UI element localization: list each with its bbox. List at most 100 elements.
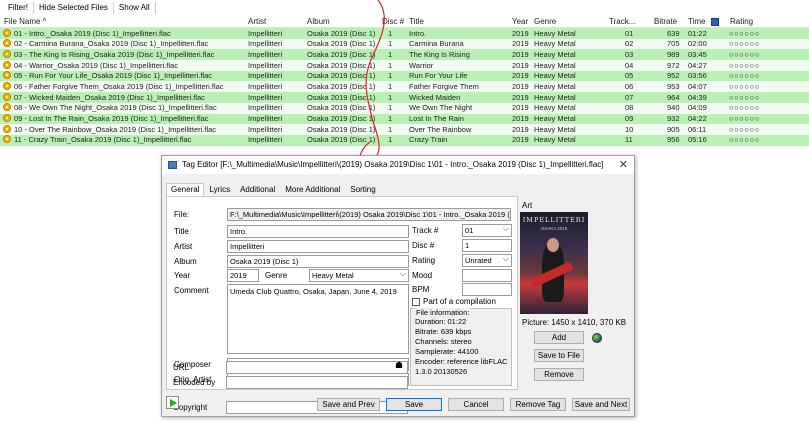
cell-genre: Heavy Metal — [534, 114, 576, 123]
web-search-globe-icon[interactable] — [592, 333, 602, 343]
column-year[interactable]: Year — [512, 17, 528, 26]
cell-bitrate: 964 — [667, 92, 680, 102]
toolbar: Filter! Hide Selected Files Show All — [0, 0, 809, 16]
title-label: Title — [174, 227, 189, 236]
table-row[interactable]: 06 - Father Forgive Them_Osaka 2019 (Dis… — [0, 81, 809, 93]
album-art-band-text: IMPELLITTERI — [522, 216, 586, 224]
save-and-next-button[interactable]: Save and Next — [572, 398, 630, 411]
cell-artist: Impellitteri — [248, 39, 283, 49]
tag-editor-dialog: Tag Editor [F:\_Multimedia\Music\Impelli… — [161, 155, 635, 417]
column-file-name[interactable]: File Name ^ — [4, 17, 46, 26]
cell-time: 04:39 — [688, 92, 707, 102]
table-row[interactable]: 09 - Lost In The Rain_Osaka 2019 (Disc 1… — [0, 113, 809, 125]
cell-track: 01 — [625, 28, 634, 38]
year-field[interactable]: 2019 — [227, 269, 259, 282]
dialog-title-bar: Tag Editor [F:\_Multimedia\Music\Impelli… — [162, 156, 634, 174]
cell-artist: Impellitteri — [248, 28, 283, 38]
cell-title: Run For Your Life — [409, 71, 468, 81]
track-select[interactable]: 01 — [462, 224, 512, 237]
column-album[interactable]: Album — [307, 17, 330, 26]
mood-field[interactable] — [462, 269, 512, 282]
cell-genre: Heavy Metal — [534, 28, 576, 38]
column-disc[interactable]: Disc # — [382, 17, 404, 26]
tab-sorting[interactable]: Sorting — [345, 183, 380, 196]
genre-select[interactable]: Heavy Metal — [309, 269, 409, 282]
artist-label: Artist — [174, 242, 193, 251]
close-icon[interactable]: ✕ — [619, 158, 628, 171]
encoded-by-field[interactable] — [226, 376, 408, 389]
column-title[interactable]: Title — [409, 17, 424, 26]
table-row[interactable]: 10 - Over The Rainbow_Osaka 2019 (Disc 1… — [0, 124, 809, 135]
cell-title: Father Forgive Them — [409, 81, 479, 91]
url-field[interactable] — [226, 361, 408, 374]
cell-year: 2019 — [512, 49, 529, 59]
save-button[interactable]: Save — [386, 398, 442, 411]
column-rating[interactable]: Rating — [730, 17, 753, 26]
file-info-channels: Channels: stereo — [415, 337, 472, 346]
cell-bitrate: 952 — [667, 71, 680, 81]
tab-more-additional[interactable]: More Additional — [280, 183, 345, 196]
file-path-field[interactable]: F:\_Multimedia\Music\Impellitteri\(2019)… — [227, 208, 511, 221]
cell-album: Osaka 2019 (Disc 1) — [307, 114, 376, 123]
bpm-field[interactable] — [462, 283, 512, 296]
column-time[interactable]: Time — [688, 17, 705, 26]
art-label: Art — [522, 201, 533, 210]
table-row[interactable]: 05 - Run For Your Life_Osaka 2019 (Disc … — [0, 70, 809, 82]
tab-additional[interactable]: Additional — [235, 183, 280, 196]
play-icon[interactable] — [166, 396, 179, 409]
cell-album: Osaka 2019 (Disc 1) — [307, 49, 376, 59]
cell-time: 05:16 — [688, 135, 707, 145]
cover-column-icon — [711, 18, 719, 26]
cell-disc: 1 — [388, 28, 393, 38]
remove-art-button[interactable]: Remove — [534, 368, 584, 381]
album-field[interactable]: Osaka 2019 (Disc 1) — [227, 255, 409, 268]
cell-year: 2019 — [512, 92, 529, 102]
column-bitrate[interactable]: Bitrate — [654, 17, 677, 26]
cell-title: Warrior — [409, 60, 434, 70]
column-artist[interactable]: Artist — [248, 17, 266, 26]
audio-file-icon — [3, 92, 11, 101]
cell-time: 04:27 — [688, 60, 707, 70]
table-row[interactable]: 03 - The King Is Rising_Osaka 2019 (Disc… — [0, 49, 809, 61]
add-art-button[interactable]: Add — [534, 331, 584, 344]
cell-year: 2019 — [512, 71, 529, 81]
hide-selected-files-button[interactable]: Hide Selected Files — [34, 2, 114, 14]
tag-editor-icon — [168, 161, 177, 169]
cell-artist: Impellitteri — [248, 103, 283, 113]
cell-genre: Heavy Metal — [534, 92, 576, 102]
cell-bitrate: 705 — [667, 39, 680, 49]
save-and-prev-button[interactable]: Save and Prev — [317, 398, 380, 411]
cell-bitrate: 940 — [667, 103, 680, 113]
save-to-file-button[interactable]: Save to File — [534, 349, 584, 362]
browse-url-icon[interactable]: ☗ — [395, 360, 403, 371]
comment-field[interactable]: Umeda Club Quattro, Osaka, Japan, June 4… — [227, 284, 409, 354]
compilation-checkbox[interactable] — [412, 298, 420, 306]
audio-file-icon — [3, 28, 11, 37]
rating-select[interactable]: Unrated — [462, 254, 512, 267]
show-all-button[interactable]: Show All — [114, 2, 156, 14]
cell-rating: ○○○○○○ — [729, 135, 760, 145]
column-genre[interactable]: Genre — [534, 17, 556, 26]
column-track[interactable]: Track... — [609, 17, 635, 26]
cell-time: 03:45 — [688, 49, 707, 59]
table-row[interactable]: 08 - We Own The Night_Osaka 2019 (Disc 1… — [0, 102, 809, 114]
album-art-sub-text: OSAKA 2019 — [540, 226, 568, 231]
album-art-image[interactable]: IMPELLITTERI OSAKA 2019 — [520, 212, 588, 314]
table-row[interactable]: 11 - Crazy Train_Osaka 2019 (Disc 1)_Imp… — [0, 134, 809, 146]
tab-general[interactable]: General — [166, 183, 205, 196]
table-row[interactable]: 04 - Warrior_Osaka 2019 (Disc 1)_Impelli… — [0, 60, 809, 71]
cell-title: Carmina Burana — [409, 39, 464, 49]
cell-album: Osaka 2019 (Disc 1) — [307, 135, 376, 145]
disc-field[interactable]: 1 — [462, 239, 512, 252]
comment-label: Comment — [174, 286, 209, 295]
table-row[interactable]: 07 - Wicked Maiden_Osaka 2019 (Disc 1)_I… — [0, 92, 809, 103]
artist-field[interactable]: Impellitteri — [227, 240, 409, 253]
remove-tag-button[interactable]: Remove Tag — [510, 398, 566, 411]
cancel-button[interactable]: Cancel — [448, 398, 504, 411]
title-field[interactable]: Intro. — [227, 225, 409, 238]
table-row[interactable]: 01 - Intro._Osaka 2019 (Disc 1)_Impellit… — [0, 28, 809, 39]
url-label: URL — [173, 363, 190, 372]
table-row[interactable]: 02 - Carmina Burana_Osaka 2019 (Disc 1)_… — [0, 38, 809, 50]
tab-lyrics[interactable]: Lyrics — [204, 183, 235, 196]
filter-button[interactable]: Filter! — [3, 2, 34, 14]
